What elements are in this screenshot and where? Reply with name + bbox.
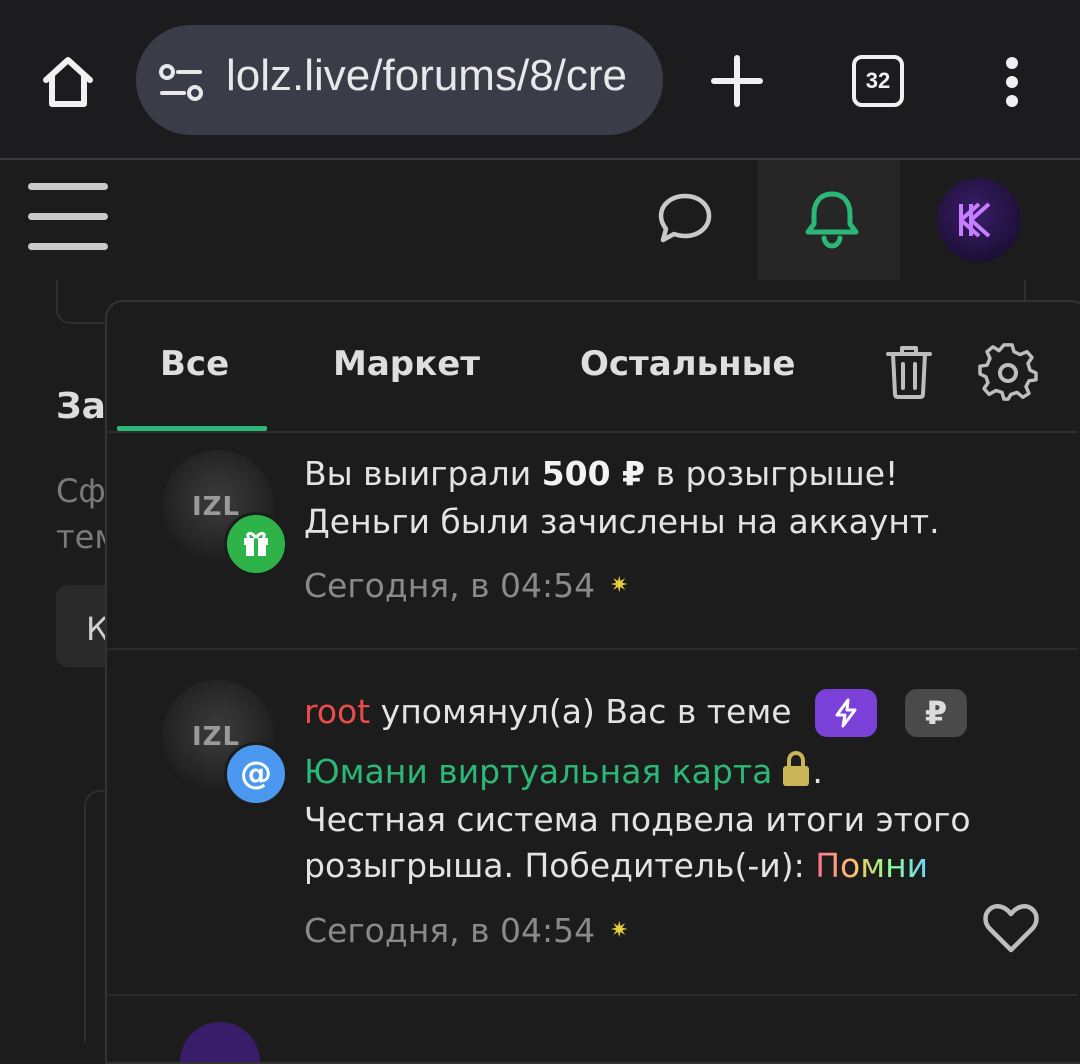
gift-badge	[224, 512, 288, 576]
browser-toolbar: lolz.live/forums/8/cre 32	[0, 0, 1080, 160]
notification-text-line4: розыгрыша. Победитель(-и): Помни	[304, 846, 929, 885]
notification-text-line3: Честная система подвела итоги этого	[304, 800, 971, 839]
sparkle-icon: ✷	[610, 918, 629, 943]
heart-icon[interactable]	[982, 902, 1040, 954]
avatar-logo-icon	[959, 202, 991, 238]
username-link[interactable]: root	[304, 692, 370, 731]
more-menu-icon[interactable]	[998, 56, 1026, 108]
notification-text: Вы выиграли 500 ₽ в розыгрыше!	[304, 454, 899, 493]
gift-icon	[244, 531, 268, 556]
prize-amount: 500 ₽	[541, 454, 646, 493]
mention-badge: @	[224, 742, 288, 806]
tab-market[interactable]: Маркет	[333, 344, 480, 384]
notification-time: Сегодня, в 04:54	[304, 566, 596, 605]
lightning-icon	[835, 698, 857, 728]
tabs-divider	[107, 431, 1078, 433]
notification-divider	[107, 648, 1078, 650]
notification-thread-line: Юмани виртуальная карта .	[304, 751, 823, 791]
tab-other[interactable]: Остальные	[580, 344, 795, 384]
site-header	[0, 160, 1080, 280]
notification-time: Сегодня, в 04:54	[304, 911, 596, 950]
background-heading: За	[56, 386, 106, 427]
home-icon[interactable]	[38, 52, 98, 112]
tab-switcher-button[interactable]: 32	[852, 55, 904, 107]
notification-divider	[107, 994, 1078, 996]
site-settings-icon[interactable]	[158, 63, 204, 103]
ruble-badge: ₽	[905, 689, 967, 737]
notification-text-line2: Деньги были зачислены на аккаунт.	[304, 502, 940, 541]
forum-prefix-badge	[815, 689, 877, 737]
bell-icon[interactable]	[800, 188, 864, 250]
hamburger-menu-icon[interactable]	[28, 183, 108, 250]
user-avatar[interactable]	[937, 178, 1021, 262]
gear-icon[interactable]	[978, 343, 1038, 403]
lock-icon	[783, 751, 810, 786]
url-text[interactable]: lolz.live/forums/8/cre	[226, 51, 627, 101]
tab-all[interactable]: Все	[160, 344, 229, 384]
notification-text: root упомянул(а) Вас в теме	[304, 692, 792, 731]
trash-icon[interactable]	[884, 344, 934, 400]
url-bar[interactable]: lolz.live/forums/8/cre	[136, 25, 663, 135]
chat-icon[interactable]	[655, 190, 715, 246]
new-tab-icon[interactable]	[710, 54, 764, 108]
winner-link[interactable]: Помни	[815, 846, 928, 885]
sparkle-icon: ✷	[610, 573, 629, 598]
thread-link[interactable]: Юмани виртуальная карта	[304, 752, 772, 791]
